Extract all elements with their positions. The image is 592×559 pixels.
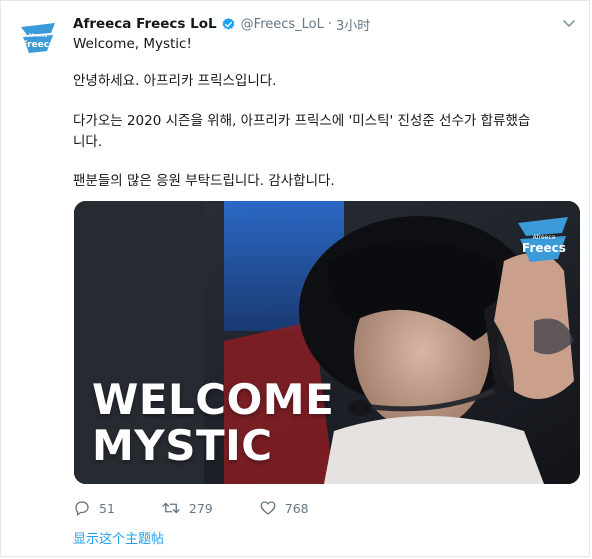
media-title: WELCOME MYSTIC (92, 377, 334, 469)
tweet-text-line: 다가오는 2020 시즌을 위해, 아프리카 프릭스에 '미스틱' 진성준 선수… (73, 113, 531, 129)
separator: · (327, 16, 333, 32)
like-button[interactable]: 768 (259, 499, 309, 517)
like-count: 768 (284, 500, 309, 516)
show-thread-link[interactable]: 显示这个主题帖 (73, 528, 164, 547)
svg-text:Freecs: Freecs (522, 241, 566, 255)
like-icon (260, 501, 276, 515)
author-name[interactable]: Afreeca Freecs LoL (73, 16, 217, 32)
reply-icon (75, 501, 89, 517)
tweet-media-image[interactable]: WELCOME MYSTIC Afreeca Freecs (74, 201, 580, 484)
tweet-header: Afreeca Freecs LoL @Freecs_LoL · 3小时 (73, 13, 577, 35)
retweet-button[interactable]: 279 (161, 499, 213, 517)
author-handle[interactable]: @Freecs_LoL (241, 17, 324, 32)
freecs-logo-avatar: Afreeca Freecs (15, 15, 61, 61)
freecs-logo: Afreeca Freecs (514, 215, 572, 265)
retweet-icon (162, 502, 180, 514)
tweet-text-line: 니다. (73, 134, 103, 150)
svg-text:Freecs: Freecs (22, 40, 55, 50)
tweet-text-line: Welcome, Mystic! (73, 36, 192, 52)
verified-icon (221, 17, 236, 32)
tweet-text-line: 안녕하세요. 아프리카 프릭스입니다. (73, 73, 277, 89)
retweet-count: 279 (188, 500, 213, 516)
reply-count: 51 (99, 500, 115, 516)
timestamp[interactable]: 3小时 (336, 15, 370, 34)
svg-text:Afreeca: Afreeca (29, 33, 48, 39)
chevron-down-icon[interactable] (561, 15, 577, 31)
svg-text:Afreeca: Afreeca (533, 234, 556, 241)
reply-button[interactable]: 51 (73, 499, 115, 517)
media-title-line: WELCOME (92, 375, 335, 424)
tweet-text-line: 팬분들의 많은 응원 부탁드립니다. 감사합니다. (73, 173, 335, 189)
avatar[interactable]: Afreeca Freecs (15, 15, 61, 61)
tweet-actions: 51 279 768 (73, 497, 355, 519)
tweet-card[interactable]: Afreeca Freecs Afreeca Freecs LoL @Freec… (0, 0, 590, 557)
media-title-line: MYSTIC (92, 421, 273, 470)
